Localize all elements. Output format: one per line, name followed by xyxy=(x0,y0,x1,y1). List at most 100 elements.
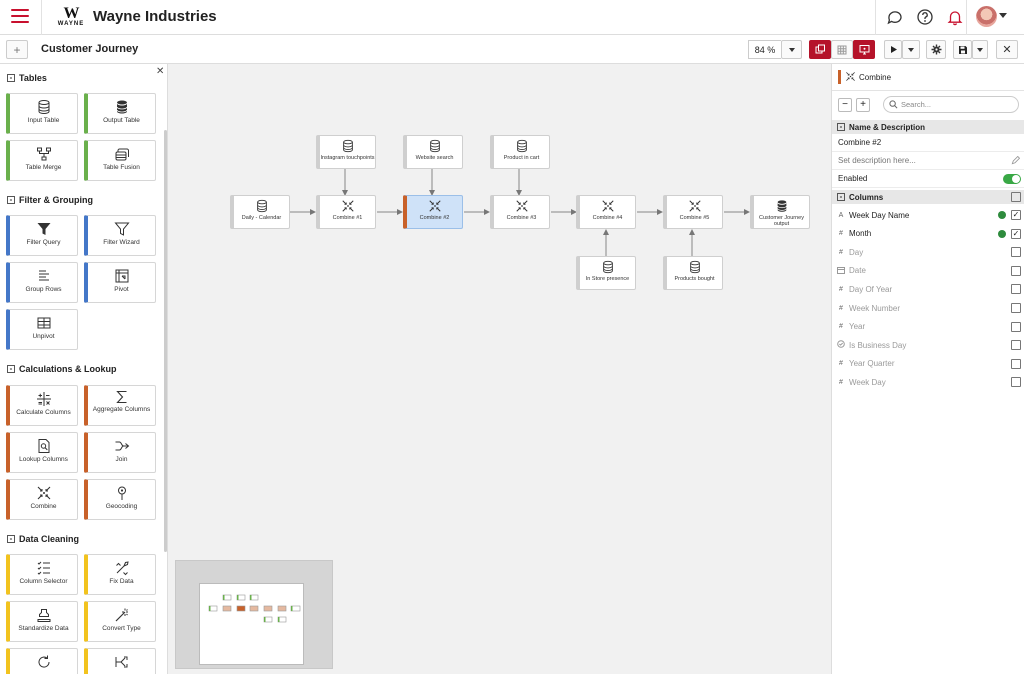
tool-table-fusion[interactable]: Table Fusion xyxy=(84,140,156,181)
tool-table-merge[interactable]: Table Merge xyxy=(6,140,78,181)
select-all-checkbox[interactable] xyxy=(1011,192,1021,202)
search-input[interactable] xyxy=(883,96,1019,113)
section-calculations-lookup[interactable]: - Calculations & Lookup xyxy=(7,364,117,374)
settings-button[interactable] xyxy=(926,40,946,59)
node-combine-1[interactable]: Combine #1 xyxy=(316,195,376,229)
enabled-toggle[interactable] xyxy=(1003,173,1021,184)
minimap-viewport[interactable] xyxy=(199,583,304,665)
tool-split-data[interactable] xyxy=(84,648,156,674)
node-combine-5[interactable]: Combine #5 xyxy=(663,195,723,229)
tool-combine[interactable]: Combine xyxy=(6,479,78,520)
tool-unpivot[interactable]: Unpivot xyxy=(6,309,78,350)
section-columns[interactable]: - Columns xyxy=(832,190,1024,204)
section-tables[interactable]: - Tables xyxy=(7,73,47,83)
column-checkbox[interactable] xyxy=(1011,247,1021,258)
tool-column-selector[interactable]: Column Selector xyxy=(6,554,78,595)
close-button[interactable]: ✕ xyxy=(996,40,1018,59)
tool-standardize-data[interactable]: Standardize Data xyxy=(6,601,78,642)
tool-lookup-columns[interactable]: Lookup Columns xyxy=(6,432,78,473)
database-filled-icon xyxy=(775,199,789,213)
fusion-icon xyxy=(114,146,130,162)
column-checkbox[interactable] xyxy=(1011,284,1021,295)
node-customer-journey-output[interactable]: Customer Journey output xyxy=(750,195,810,229)
tool-fix-data[interactable]: Fix Data xyxy=(84,554,156,595)
node-product-in-cart[interactable]: Product in cart xyxy=(490,135,550,169)
column-row[interactable]: # Day xyxy=(832,243,1024,261)
tool-filter-query[interactable]: Filter Query xyxy=(6,215,78,256)
view-grid-button[interactable] xyxy=(831,40,853,59)
description-field[interactable]: Set description here... xyxy=(832,152,1024,170)
minimap[interactable] xyxy=(175,560,333,669)
section-name-description[interactable]: - Name & Description xyxy=(832,120,1024,134)
column-checkbox[interactable]: ✓ xyxy=(1011,228,1021,239)
column-row[interactable]: # Day Of Year xyxy=(832,280,1024,298)
section-data-cleaning[interactable]: - Data Cleaning xyxy=(7,534,79,544)
tool-convert-type[interactable]: Convert Type xyxy=(84,601,156,642)
save-button[interactable] xyxy=(953,40,972,59)
tool-filter-wizard[interactable]: Filter Wizard xyxy=(84,215,156,256)
node-combine-4[interactable]: Combine #4 xyxy=(576,195,636,229)
node-products-bought[interactable]: Products bought xyxy=(663,256,723,290)
column-row[interactable]: # Year Quarter xyxy=(832,355,1024,373)
column-checkbox[interactable] xyxy=(1011,265,1021,276)
user-avatar[interactable] xyxy=(976,6,997,27)
add-tab-button[interactable]: + xyxy=(6,40,28,59)
collapse-all-button[interactable]: − xyxy=(838,98,852,112)
column-checkbox[interactable] xyxy=(1011,340,1021,351)
notification-bell-icon[interactable] xyxy=(946,8,964,26)
group-rows-icon xyxy=(36,268,52,284)
tool-join[interactable]: Join xyxy=(84,432,156,473)
combine-icon xyxy=(688,199,702,213)
tool-pivot[interactable]: Pivot xyxy=(84,262,156,303)
column-row[interactable]: # Month ✓ xyxy=(832,225,1024,243)
expand-all-button[interactable]: + xyxy=(856,98,870,112)
tool-input-table[interactable]: Input Table xyxy=(6,93,78,134)
column-row[interactable]: A Week Day Name ✓ xyxy=(832,206,1024,224)
tool-aggregate-columns[interactable]: Aggregate Columns xyxy=(84,385,156,426)
node-website-search[interactable]: Website search xyxy=(403,135,463,169)
column-checkbox[interactable] xyxy=(1011,321,1021,332)
column-row[interactable]: # Week Number xyxy=(832,299,1024,317)
chat-icon[interactable] xyxy=(886,8,904,26)
view-preview-button[interactable] xyxy=(853,40,875,59)
calculator-icon xyxy=(36,391,52,407)
column-checkbox[interactable] xyxy=(1011,358,1021,369)
run-options-button[interactable] xyxy=(902,40,920,59)
column-row[interactable]: Date xyxy=(832,262,1024,280)
tool-output-table[interactable]: Output Table xyxy=(84,93,156,134)
zoom-level[interactable]: 84 % xyxy=(748,40,781,59)
column-name: Year Quarter xyxy=(849,359,895,369)
node-daily-calendar[interactable]: Daily - Calendar xyxy=(230,195,290,229)
user-menu-chevron-icon[interactable] xyxy=(999,13,1007,18)
close-palette-icon[interactable]: ✕ xyxy=(156,66,164,77)
node-in-store-presence[interactable]: In Store presence xyxy=(576,256,636,290)
node-combine-2[interactable]: Combine #2 xyxy=(403,195,463,229)
menu-icon[interactable] xyxy=(11,9,29,25)
run-button[interactable] xyxy=(884,40,902,59)
column-row[interactable]: # Year xyxy=(832,318,1024,336)
column-checkbox[interactable] xyxy=(1011,377,1021,388)
pencil-icon[interactable] xyxy=(1011,156,1020,165)
stamp-icon xyxy=(36,607,52,623)
node-name-field[interactable]: Combine #2 xyxy=(832,134,1024,152)
flow-title: Customer Journey xyxy=(41,43,139,55)
palette-scrollbar[interactable] xyxy=(164,130,167,552)
database-icon xyxy=(515,139,529,153)
tool-refresh-data[interactable] xyxy=(6,648,78,674)
section-filter-grouping[interactable]: - Filter & Grouping xyxy=(7,195,93,205)
node-combine-3[interactable]: Combine #3 xyxy=(490,195,550,229)
column-checkbox[interactable] xyxy=(1011,303,1021,313)
tool-calculate-columns[interactable]: Calculate Columns xyxy=(6,385,78,426)
tool-geocoding[interactable]: Geocoding xyxy=(84,479,156,520)
combine-icon xyxy=(515,199,529,213)
zoom-dropdown-button[interactable] xyxy=(781,40,802,59)
column-row[interactable]: # Week Day xyxy=(832,373,1024,391)
save-options-button[interactable] xyxy=(972,40,988,59)
column-checkbox[interactable]: ✓ xyxy=(1011,210,1021,220)
help-icon[interactable] xyxy=(916,8,934,26)
flow-canvas[interactable]: Instagram touchpoints Website search Pro… xyxy=(169,64,830,674)
node-instagram-touchpoints[interactable]: Instagram touchpoints xyxy=(316,135,376,169)
column-row[interactable]: Is Business Day xyxy=(832,336,1024,354)
tool-group-rows[interactable]: Group Rows xyxy=(6,262,78,303)
view-flow-button[interactable] xyxy=(809,40,831,59)
